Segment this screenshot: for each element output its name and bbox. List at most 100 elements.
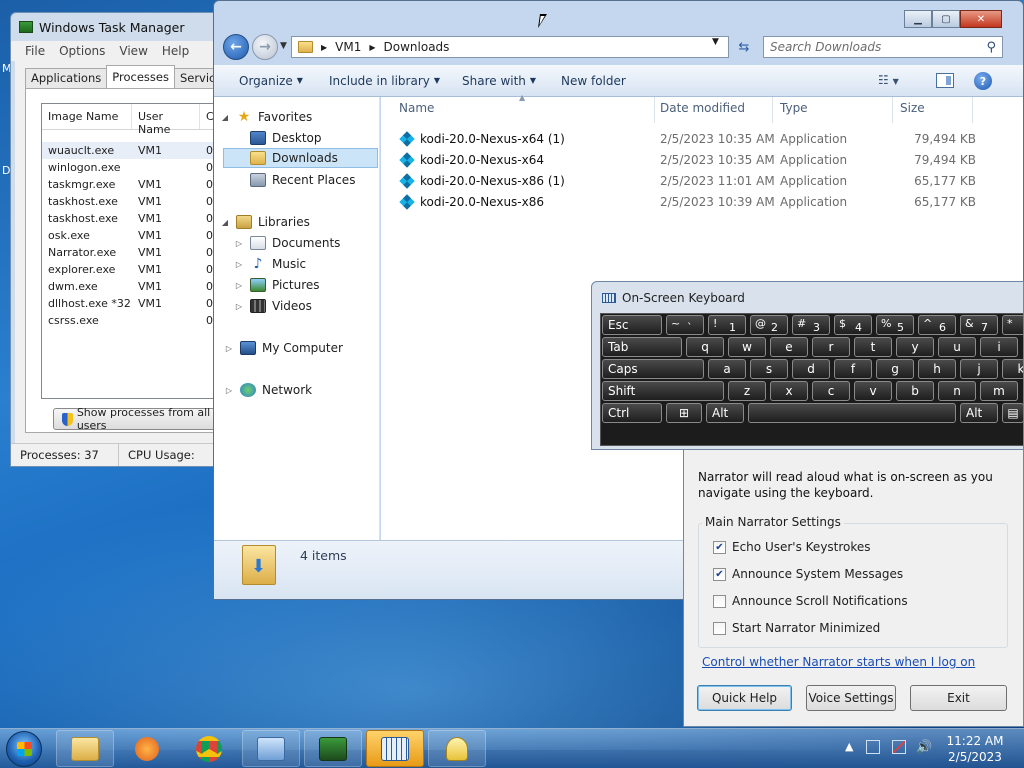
collapsed-arrow-icon[interactable]: ▷: [234, 302, 244, 311]
show-all-processes-button[interactable]: Show processes from all users: [53, 406, 219, 432]
process-row[interactable]: Narrator.exe VM1 0: [42, 244, 219, 261]
system-clock[interactable]: 11:22 AM 2/5/2023: [940, 733, 1010, 765]
key-w[interactable]: w: [728, 337, 766, 357]
narrator-window[interactable]: Narrator will read aloud what is on-scre…: [683, 430, 1024, 727]
tab-processes[interactable]: Processes: [106, 65, 175, 88]
osk-titlebar[interactable]: On-Screen Keyboard: [602, 291, 745, 305]
start-button[interactable]: [6, 731, 42, 767]
column-image-name[interactable]: Image Name: [42, 104, 132, 129]
key-t[interactable]: t: [854, 337, 892, 357]
key-alt[interactable]: Alt: [706, 403, 744, 423]
key-j[interactable]: j: [960, 359, 998, 379]
key-5[interactable]: % 5: [876, 315, 914, 335]
key-shift[interactable]: Shift: [602, 381, 724, 401]
key-d[interactable]: d: [792, 359, 830, 379]
key-alt[interactable]: Alt: [960, 403, 998, 423]
process-row[interactable]: osk.exe VM1 0: [42, 227, 219, 244]
nav-documents[interactable]: ▷ Documents: [234, 233, 340, 253]
column-divider[interactable]: [972, 97, 973, 123]
narrator-option-checkbox[interactable]: Start Narrator Minimized: [713, 619, 908, 637]
process-row[interactable]: wuauclt.exe VM1 0: [42, 142, 219, 159]
collapsed-arrow-icon[interactable]: ▷: [224, 344, 234, 353]
key-2[interactable]: @2: [750, 315, 788, 335]
expand-arrow-icon[interactable]: ◢: [220, 113, 230, 122]
key-n[interactable]: n: [938, 381, 976, 401]
taskbar-chrome-button[interactable]: [180, 730, 238, 767]
key-s[interactable]: s: [750, 359, 788, 379]
taskbar-narrator-button[interactable]: [428, 730, 486, 767]
forward-button[interactable]: →: [252, 34, 278, 60]
key-f[interactable]: f: [834, 359, 872, 379]
file-row[interactable]: kodi-20.0-Nexus-x86 (1) 2/5/2023 11:01 AM…: [399, 170, 976, 191]
breadcrumb-separator-icon[interactable]: ▶: [369, 43, 375, 52]
spacebar-key[interactable]: [748, 403, 956, 423]
network-status-icon[interactable]: [892, 740, 906, 754]
key-8[interactable]: *8: [1002, 315, 1023, 335]
key-v[interactable]: v: [854, 381, 892, 401]
narrator-option-checkbox[interactable]: ✔ Echo User's Keystrokes: [713, 538, 908, 556]
file-row[interactable]: kodi-20.0-Nexus-x64 (1) 2/5/2023 10:35 AM…: [399, 128, 976, 149]
key-4[interactable]: $4: [834, 315, 872, 335]
process-row[interactable]: taskmgr.exe VM1 0: [42, 176, 219, 193]
process-row[interactable]: csrss.exe 0: [42, 312, 219, 329]
nav-downloads[interactable]: Downloads: [223, 148, 378, 168]
breadcrumb-vm1[interactable]: VM1: [335, 40, 361, 54]
key-b[interactable]: b: [896, 381, 934, 401]
address-history-dropdown[interactable]: ▼: [712, 37, 719, 47]
key-x[interactable]: x: [770, 381, 808, 401]
nav-music[interactable]: ▷ ♪ Music: [234, 254, 306, 274]
search-input[interactable]: Search Downloads: [770, 40, 881, 54]
share-with-menu[interactable]: Share with ▼: [462, 73, 536, 91]
nav-pictures[interactable]: ▷ Pictures: [234, 275, 320, 295]
address-bar[interactable]: ▶ VM1 ▶ Downloads: [291, 36, 729, 58]
action-center-icon[interactable]: [866, 740, 880, 754]
taskbar-task-manager-button[interactable]: [304, 730, 362, 767]
on-screen-keyboard-window[interactable]: On-Screen Keyboard Esc~`!1@2#3$4%5^6&7*8…: [591, 281, 1024, 450]
column-divider[interactable]: [772, 97, 773, 123]
narrator-option-checkbox[interactable]: Announce Scroll Notifications: [713, 592, 908, 610]
key-i[interactable]: i: [980, 337, 1018, 357]
key-h[interactable]: h: [918, 359, 956, 379]
breadcrumb-separator-icon[interactable]: ▶: [321, 43, 327, 52]
column-name[interactable]: Name: [399, 101, 434, 119]
nav-videos[interactable]: ▷ Videos: [234, 296, 312, 316]
nav-libraries[interactable]: ◢ Libraries: [220, 212, 310, 232]
back-button[interactable]: ←: [223, 34, 249, 60]
change-view-icon[interactable]: ☷ ▼: [878, 73, 899, 87]
task-manager-window[interactable]: Windows Task Manager File Options View H…: [10, 12, 220, 467]
key-7[interactable]: & 7: [960, 315, 998, 335]
taskbar-osk-button[interactable]: [366, 730, 424, 767]
refresh-icon[interactable]: ⇆: [733, 36, 755, 58]
process-row[interactable]: explorer.exe VM1 0: [42, 261, 219, 278]
organize-menu[interactable]: Organize ▼: [239, 73, 303, 91]
key-r[interactable]: r: [812, 337, 850, 357]
nav-favorites[interactable]: ◢ ★ Favorites: [220, 107, 312, 127]
search-icon[interactable]: ⚲: [986, 40, 996, 55]
maximize-button[interactable]: ▢: [932, 10, 960, 28]
expand-arrow-icon[interactable]: ◢: [220, 218, 230, 227]
process-row[interactable]: taskhost.exe VM1 0: [42, 210, 219, 227]
checkbox-unchecked-icon[interactable]: [713, 621, 726, 635]
key-6[interactable]: ^ 6: [918, 315, 956, 335]
column-divider[interactable]: [654, 97, 655, 123]
tab-applications[interactable]: Applications: [25, 68, 108, 88]
search-box[interactable]: Search Downloads ⚲: [763, 36, 1003, 58]
taskbar-explorer-button[interactable]: [56, 730, 114, 767]
process-row[interactable]: dwm.exe VM1 0: [42, 278, 219, 295]
taskbar-control-panel-button[interactable]: [242, 730, 300, 767]
key-q[interactable]: q: [686, 337, 724, 357]
key-k[interactable]: k: [1002, 359, 1023, 379]
key-a[interactable]: a: [708, 359, 746, 379]
task-manager-titlebar[interactable]: Windows Task Manager: [19, 18, 185, 36]
minimize-button[interactable]: ▁: [904, 10, 932, 28]
close-button[interactable]: ✕: [960, 10, 1002, 28]
help-icon[interactable]: ?: [974, 72, 992, 90]
file-row[interactable]: kodi-20.0-Nexus-x86 2/5/2023 10:39 AM Appl…: [399, 191, 976, 212]
key-m[interactable]: m: [980, 381, 1018, 401]
key-e[interactable]: e: [770, 337, 808, 357]
column-size[interactable]: Size: [900, 101, 925, 119]
narrator-option-checkbox[interactable]: ✔ Announce System Messages: [713, 565, 908, 583]
process-list[interactable]: Image Name User Name CF wuauclt.exeVM10w…: [41, 103, 219, 399]
show-hidden-icons-button[interactable]: ▲: [845, 740, 853, 753]
key-3[interactable]: #3: [792, 315, 830, 335]
